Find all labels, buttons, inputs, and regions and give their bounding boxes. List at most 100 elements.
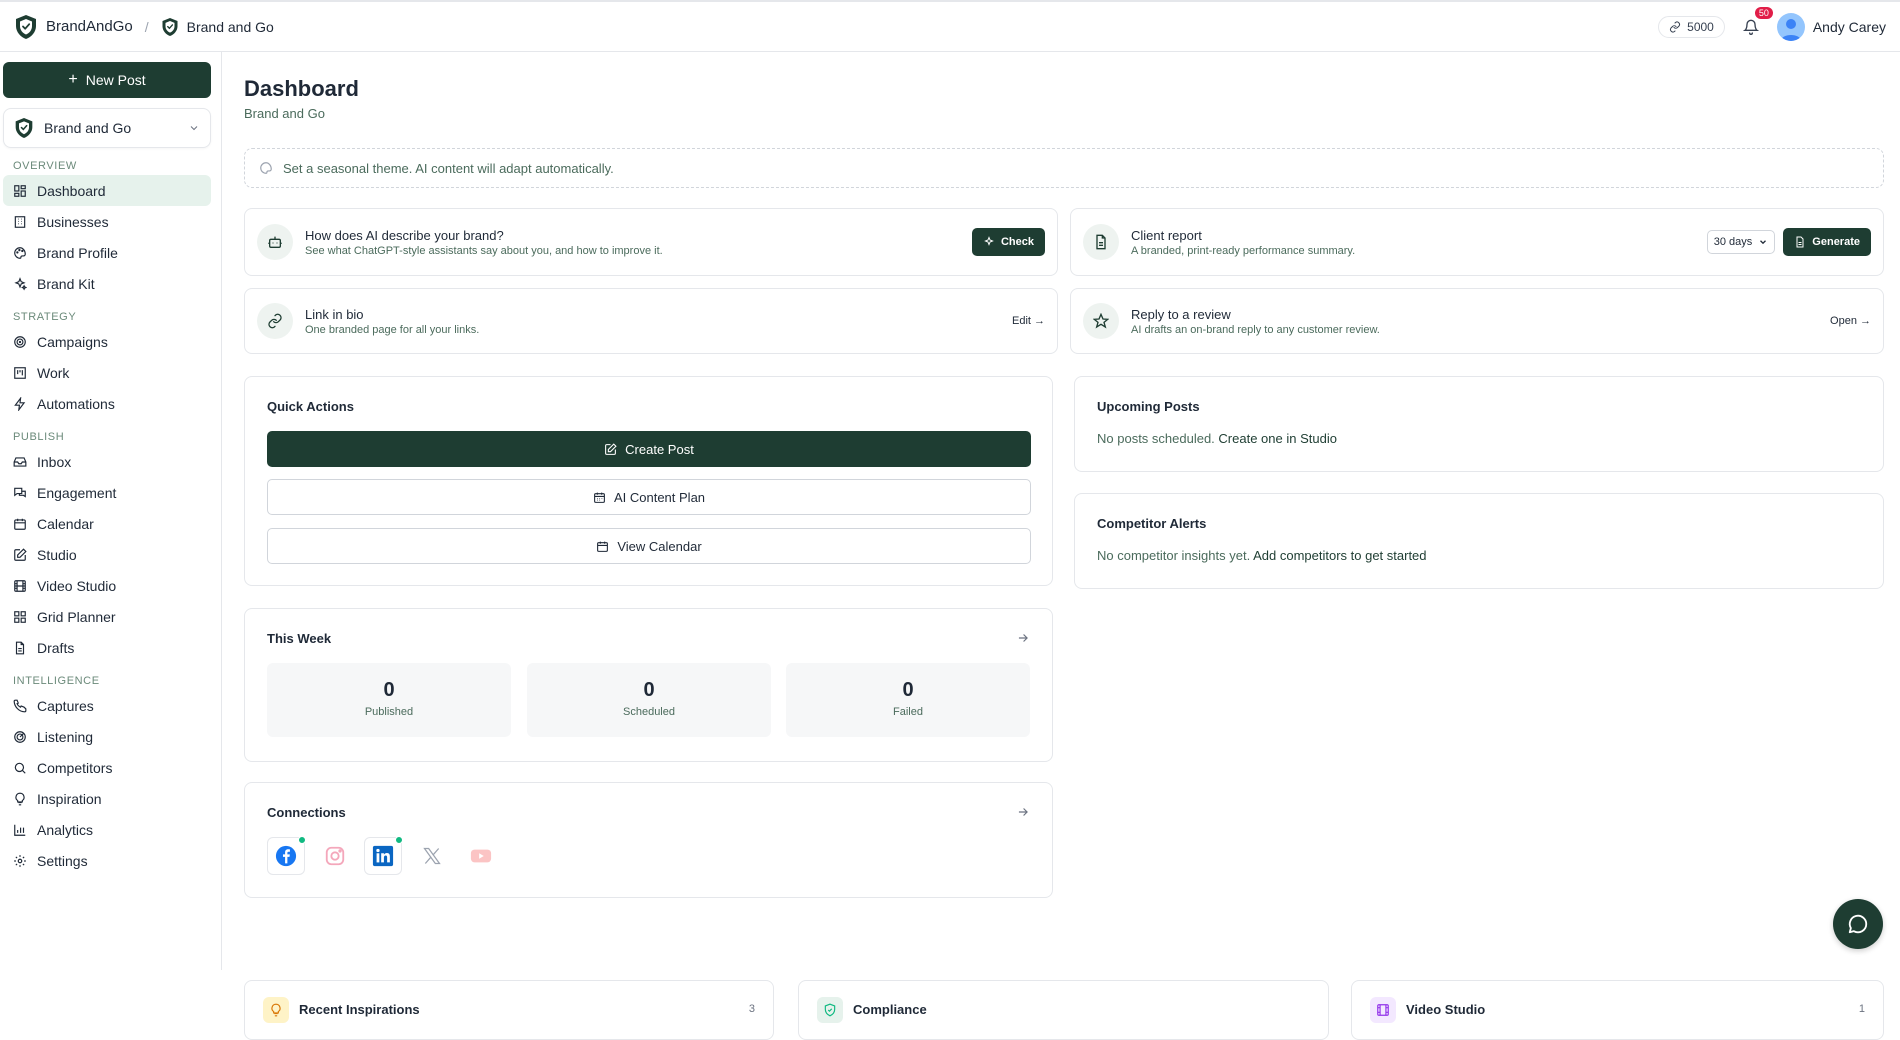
star-icon <box>1083 303 1119 339</box>
create-in-studio-link[interactable]: Create one in Studio <box>1218 431 1337 446</box>
reply-review-card: Reply to a review AI drafts an on-brand … <box>1070 288 1884 354</box>
ai-content-plan-button[interactable]: AI Content Plan <box>267 479 1031 515</box>
business-selector[interactable]: Brand and Go <box>3 108 211 148</box>
bell-icon <box>1742 19 1759 35</box>
instagram-connection[interactable] <box>316 837 354 875</box>
sidebar-item-campaigns[interactable]: Campaigns <box>3 326 211 357</box>
seasonal-theme-banner[interactable]: Set a seasonal theme. AI content will ad… <box>244 148 1884 188</box>
sidebar-item-work[interactable]: Work <box>3 357 211 388</box>
breadcrumb-separator: / <box>144 18 149 35</box>
sidebar-item-calendar[interactable]: Calendar <box>3 508 211 539</box>
sidebar-item-analytics[interactable]: Analytics <box>3 814 211 845</box>
sidebar-item-businesses[interactable]: Businesses <box>3 206 211 237</box>
sidebar-item-listening[interactable]: Listening <box>3 721 211 752</box>
sidebar-item-inspiration[interactable]: Inspiration <box>3 783 211 814</box>
sidebar-item-competitors[interactable]: Competitors <box>3 752 211 783</box>
card-title: Video Studio <box>1406 1002 1486 1017</box>
sidebar-item-label: Analytics <box>37 821 94 838</box>
nav-section-overview: OVERVIEW <box>13 160 77 172</box>
feature-title: How does AI describe your brand? <box>305 227 504 243</box>
check-button[interactable]: Check <box>971 228 1045 256</box>
notifications-button[interactable]: 50 <box>1739 6 1773 39</box>
chat-bubble-icon <box>1848 914 1868 934</box>
sidebar-item-studio[interactable]: Studio <box>3 539 211 570</box>
new-post-button[interactable]: + New Post <box>3 62 211 98</box>
sidebar-item-label: Inspiration <box>37 790 102 807</box>
sidebar-item-dashboard[interactable]: Dashboard <box>3 175 211 206</box>
chevron-down-icon <box>1760 240 1767 245</box>
connected-indicator <box>395 836 403 844</box>
sidebar-item-label: Captures <box>37 697 94 714</box>
notifications-badge: 50 <box>1754 6 1773 19</box>
youtube-connection[interactable] <box>462 837 500 875</box>
link-icon <box>1670 21 1681 32</box>
chat-button[interactable] <box>1833 899 1883 949</box>
sidebar-item-drafts[interactable]: Drafts <box>3 632 211 663</box>
video-studio-card[interactable]: Video Studio 1 <box>1351 980 1884 1040</box>
upcoming-posts-card: Upcoming Posts No posts scheduled. Creat… <box>1074 376 1884 472</box>
x-connection[interactable] <box>413 837 451 875</box>
video-count: 1 <box>1858 1003 1865 1015</box>
compliance-card[interactable]: Compliance <box>798 980 1329 1040</box>
card-title: This Week <box>267 631 332 646</box>
sidebar-item-automations[interactable]: Automations <box>3 388 211 419</box>
file-text-icon <box>1083 224 1119 260</box>
business-selector-label: Brand and Go <box>44 120 132 136</box>
sidebar-item-captures[interactable]: Captures <box>3 690 211 721</box>
sidebar-item-label: Work <box>37 364 70 381</box>
report-range-select[interactable]: 30 days <box>1706 230 1776 254</box>
sidebar: + New Post Brand and Go OVERVIEW Dashboa… <box>0 52 222 970</box>
add-competitors-link[interactable]: Add competitors to get started <box>1253 548 1426 563</box>
sidebar-item-label: Campaigns <box>37 333 108 350</box>
sidebar-item-video-studio[interactable]: Video Studio <box>3 570 211 601</box>
sidebar-item-label: Automations <box>37 395 115 412</box>
feature-description: See what ChatGPT-style assistants say ab… <box>305 244 663 257</box>
search-icon <box>14 762 26 774</box>
facebook-icon <box>275 845 297 867</box>
link-in-bio-card: Link in bio One branded page for all you… <box>244 288 1058 354</box>
page-title: Dashboard <box>244 76 359 101</box>
sidebar-item-grid-planner[interactable]: Grid Planner <box>3 601 211 632</box>
card-title: Upcoming Posts <box>1097 399 1200 414</box>
create-post-button[interactable]: Create Post <box>267 431 1031 467</box>
open-link[interactable]: Open → <box>1830 315 1871 327</box>
bar-chart-icon <box>14 824 26 836</box>
grid-icon <box>14 184 26 197</box>
generate-label: Generate <box>1812 236 1860 248</box>
credits-badge[interactable]: 5000 <box>1658 15 1725 38</box>
sidebar-item-label: Studio <box>37 546 77 563</box>
sidebar-item-engagement[interactable]: Engagement <box>3 477 211 508</box>
calendar-icon <box>597 541 609 552</box>
brand-logo-link[interactable]: BrandAndGo <box>14 14 133 40</box>
film-icon <box>1370 997 1396 1023</box>
lightbulb-icon <box>263 997 289 1023</box>
ai-describe-card: How does AI describe your brand? See wha… <box>244 208 1058 276</box>
credits-count: 5000 <box>1687 19 1714 34</box>
breadcrumb-label: Brand and Go <box>186 18 274 35</box>
top-bar: BrandAndGo / Brand and Go 5000 50 Andy C… <box>0 0 1900 52</box>
chevron-down-icon <box>190 126 198 131</box>
sidebar-item-brand-kit[interactable]: Brand Kit <box>3 268 211 299</box>
user-menu[interactable]: Andy Carey <box>1776 12 1886 41</box>
sparkles-icon <box>984 236 994 246</box>
edit-link[interactable]: Edit → <box>1012 315 1045 327</box>
linkedin-connection[interactable] <box>364 836 403 875</box>
view-calendar-button[interactable]: View Calendar <box>267 528 1031 564</box>
sidebar-item-label: Engagement <box>37 484 117 501</box>
sidebar-item-label: Calendar <box>37 515 94 532</box>
target-icon <box>14 335 26 348</box>
arrow-right-icon[interactable] <box>1016 631 1030 645</box>
arrow-right-icon[interactable] <box>1016 805 1030 819</box>
sidebar-item-brand-profile[interactable]: Brand Profile <box>3 237 211 268</box>
facebook-connection[interactable] <box>267 836 306 875</box>
recent-inspirations-card[interactable]: Recent Inspirations 3 <box>244 980 774 1040</box>
nav-section-publish: PUBLISH <box>13 431 65 443</box>
sidebar-item-inbox[interactable]: Inbox <box>3 446 211 477</box>
stat-scheduled: 0 Scheduled <box>527 663 771 737</box>
sidebar-item-settings[interactable]: Settings <box>3 845 211 876</box>
feature-description: A branded, print-ready performance summa… <box>1131 244 1356 257</box>
generate-button[interactable]: Generate <box>1783 228 1871 256</box>
kanban-icon <box>14 366 26 379</box>
breadcrumb-current-business[interactable]: Brand and Go <box>161 17 274 37</box>
sidebar-item-label: Grid Planner <box>37 608 116 625</box>
